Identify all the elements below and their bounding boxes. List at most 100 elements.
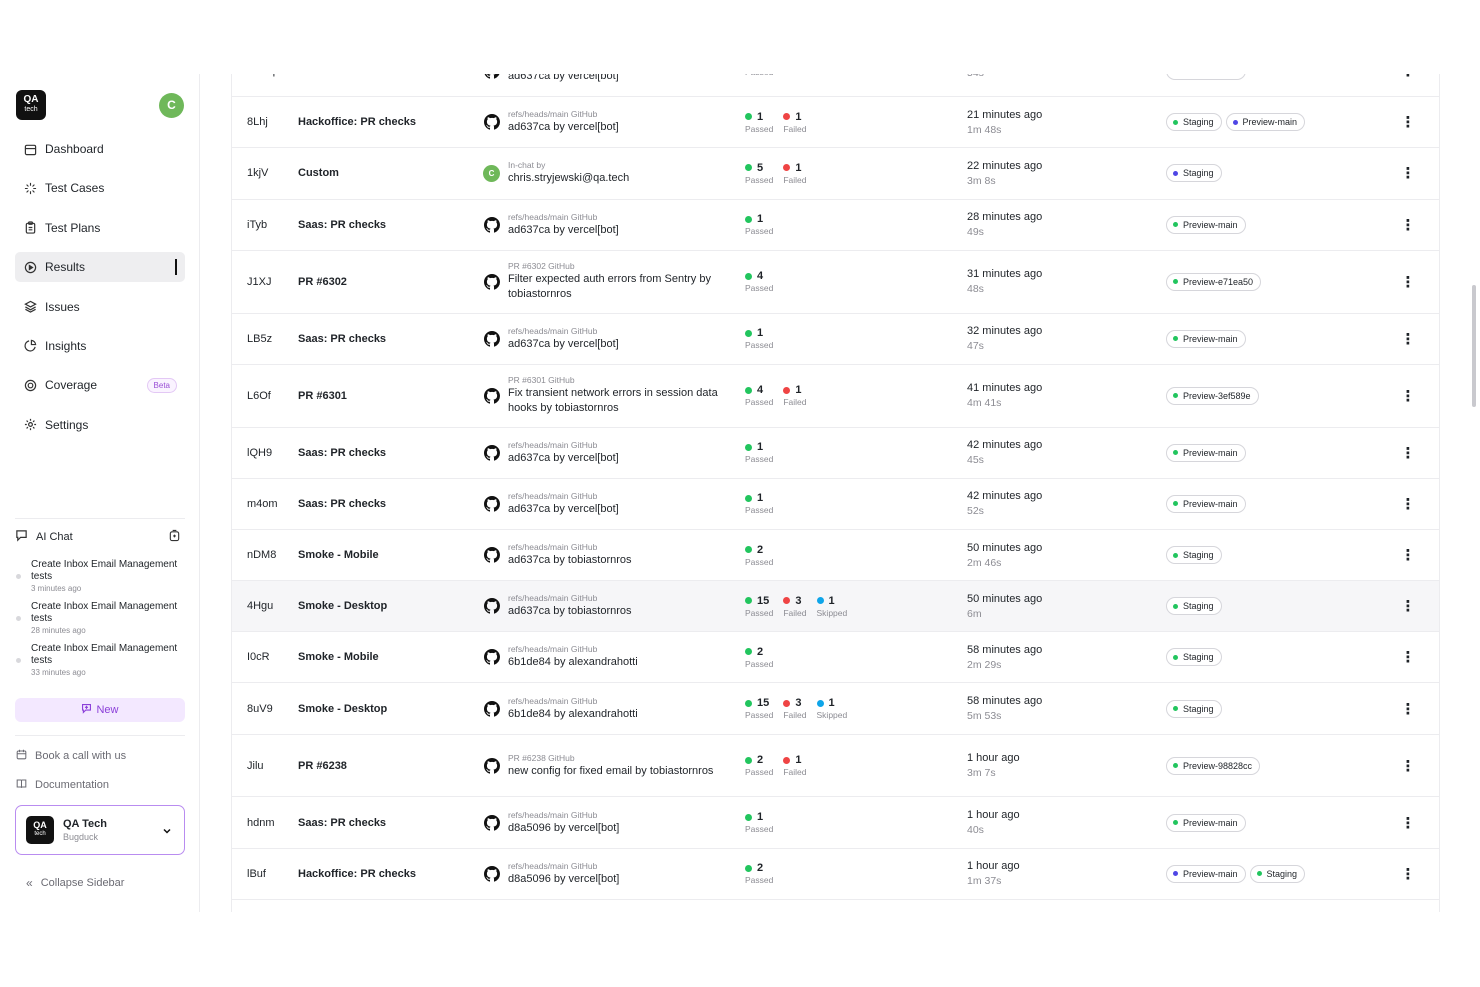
- run-id[interactable]: hdnm: [247, 797, 295, 847]
- run-id[interactable]: 8uV9: [247, 683, 295, 733]
- environment-badge[interactable]: Staging: [1166, 597, 1222, 616]
- environment-badge[interactable]: Preview-e71ea50: [1166, 272, 1262, 291]
- book-call-link[interactable]: Book a call with us: [16, 749, 126, 763]
- run-name[interactable]: PR #6301: [298, 365, 478, 427]
- documentation-link[interactable]: Documentation: [16, 778, 109, 792]
- run-name[interactable]: Hackoffice: PR checks: [298, 97, 478, 147]
- run-name[interactable]: Saas: PR checks: [298, 797, 478, 847]
- run-id[interactable]: lBuf: [247, 849, 295, 899]
- sidebar-item-test-plans[interactable]: Test Plans: [15, 213, 185, 243]
- row-menu-icon[interactable]: ⋮: [1398, 530, 1418, 580]
- environment-badge[interactable]: Preview-main: [1166, 443, 1246, 462]
- sidebar-item-coverage[interactable]: Coverage Beta: [15, 370, 185, 400]
- environment-badge[interactable]: Staging: [1166, 699, 1222, 718]
- table-row[interactable]: iTyb Saas: PR checks refs/heads/main GitHu…: [231, 199, 1440, 251]
- sidebar-item-results[interactable]: Results: [15, 252, 185, 283]
- run-name[interactable]: Saas: PR checks: [298, 314, 478, 364]
- environment-badge[interactable]: Staging: [1166, 113, 1222, 132]
- table-row[interactable]: hdnm Saas: PR checks refs/heads/main GitHu…: [231, 797, 1440, 849]
- organization-switcher[interactable]: QA tech QA Tech Bugduck: [15, 805, 185, 855]
- row-menu-icon[interactable]: ⋮: [1398, 428, 1418, 478]
- row-menu-icon[interactable]: ⋮: [1398, 479, 1418, 529]
- run-id[interactable]: I0cR: [247, 632, 295, 682]
- table-row[interactable]: Jilu PR #6238 PR #6238 GitHub new config fo…: [231, 734, 1440, 798]
- chat-history-item[interactable]: Create Inbox Email Management tests 28 mi…: [15, 601, 190, 635]
- ai-chat-header[interactable]: AI Chat: [15, 527, 185, 547]
- sidebar-item-settings[interactable]: Settings: [15, 410, 185, 440]
- run-id[interactable]: m4om: [247, 479, 295, 529]
- run-name[interactable]: Smoke - Mobile: [298, 632, 478, 682]
- row-menu-icon[interactable]: ⋮: [1398, 74, 1418, 96]
- run-id[interactable]: L6Of: [247, 365, 295, 427]
- table-row[interactable]: m4om Saas: PR checks refs/heads/main GitHu…: [231, 478, 1440, 530]
- run-name[interactable]: Smoke - Desktop: [298, 581, 478, 631]
- run-id[interactable]: iTyb: [247, 200, 295, 250]
- row-menu-icon[interactable]: ⋮: [1398, 849, 1418, 899]
- environment-badge[interactable]: Preview-main: [1166, 215, 1246, 234]
- run-name[interactable]: PR #6302: [298, 251, 478, 313]
- run-id[interactable]: DDuq: [247, 74, 295, 96]
- sidebar-item-issues[interactable]: Issues: [15, 292, 185, 322]
- table-row[interactable]: LB5z Saas: PR checks refs/heads/main GitHu…: [231, 313, 1440, 365]
- row-menu-icon[interactable]: ⋮: [1398, 365, 1418, 427]
- table-row[interactable]: [231, 899, 1440, 912]
- run-id[interactable]: [247, 900, 295, 912]
- run-id[interactable]: nDM8: [247, 530, 295, 580]
- row-menu-icon[interactable]: ⋮: [1398, 797, 1418, 847]
- environment-badge[interactable]: Preview-main: [1166, 329, 1246, 348]
- qa-tech-logo[interactable]: QA tech: [16, 90, 46, 120]
- environment-badge[interactable]: Preview-main: [1166, 864, 1246, 883]
- new-chat-button[interactable]: New: [15, 698, 185, 722]
- environment-badge[interactable]: Staging: [1166, 546, 1222, 564]
- row-menu-icon[interactable]: ⋮: [1398, 314, 1418, 364]
- row-menu-icon[interactable]: ⋮: [1398, 683, 1418, 733]
- run-name[interactable]: Saas: PR checks: [298, 74, 478, 96]
- chat-history-item[interactable]: Create Inbox Email Management tests 33 mi…: [15, 643, 190, 677]
- run-id[interactable]: LB5z: [247, 314, 295, 364]
- run-id[interactable]: Jilu: [247, 735, 295, 797]
- environment-badge[interactable]: Staging: [1249, 864, 1306, 883]
- scrollbar[interactable]: [1472, 285, 1476, 407]
- run-name[interactable]: Saas: PR checks: [298, 200, 478, 250]
- environment-badge[interactable]: Staging: [1166, 648, 1222, 667]
- table-row[interactable]: DDuqSaas: PR checksrefs/heads/main GitHu…: [231, 74, 1440, 98]
- run-name[interactable]: Custom: [298, 148, 478, 198]
- environment-badge[interactable]: Preview-main: [1225, 113, 1306, 132]
- table-row[interactable]: lQH9 Saas: PR checks refs/heads/main GitHu…: [231, 427, 1440, 479]
- table-row[interactable]: lBuf Hackoffice: PR checks refs/heads/main…: [231, 848, 1440, 900]
- run-name[interactable]: PR #6238: [298, 735, 478, 797]
- table-row[interactable]: nDM8 Smoke - Mobile refs/heads/main GitHub…: [231, 529, 1440, 582]
- table-row[interactable]: 4Hgu Smoke - Desktop refs/heads/main GitHu…: [231, 581, 1440, 633]
- chat-history-item[interactable]: Create Inbox Email Management tests 3 min…: [15, 559, 190, 593]
- environment-badge[interactable]: Staging: [1166, 164, 1222, 183]
- environment-badge[interactable]: Preview-main: [1166, 813, 1246, 832]
- sidebar-item-dashboard[interactable]: Dashboard: [15, 134, 185, 164]
- run-id[interactable]: lQH9: [247, 428, 295, 478]
- run-name[interactable]: Saas: PR checks: [298, 428, 478, 478]
- sidebar-item-test-cases[interactable]: Test Cases: [15, 173, 185, 203]
- row-menu-icon[interactable]: ⋮: [1398, 200, 1418, 250]
- sidebar-item-insights[interactable]: Insights: [15, 331, 185, 361]
- user-avatar[interactable]: C: [159, 93, 184, 118]
- run-id[interactable]: J1XJ: [247, 251, 295, 313]
- row-menu-icon[interactable]: ⋮: [1398, 632, 1418, 682]
- environment-badge[interactable]: Preview-98828cc: [1166, 756, 1261, 775]
- table-row[interactable]: 1kjV Custom C In-chat by chris.stryjewski@qa…: [231, 148, 1440, 200]
- run-name[interactable]: Smoke - Mobile: [298, 530, 478, 580]
- run-id[interactable]: 8Lhj: [247, 97, 295, 147]
- run-name[interactable]: Smoke - Desktop: [298, 683, 478, 733]
- run-name[interactable]: Saas: PR checks: [298, 479, 478, 529]
- row-menu-icon[interactable]: ⋮: [1398, 97, 1418, 147]
- row-menu-icon[interactable]: ⋮: [1398, 251, 1418, 313]
- table-row[interactable]: L6Of PR #6301 PR #6301 GitHub Fix transient…: [231, 364, 1440, 428]
- row-menu-icon[interactable]: ⋮: [1398, 735, 1418, 797]
- run-id[interactable]: 1kjV: [247, 148, 295, 198]
- row-menu-icon[interactable]: ⋮: [1398, 148, 1418, 198]
- collapse-sidebar-button[interactable]: « Collapse Sidebar: [26, 876, 124, 890]
- table-row[interactable]: J1XJ PR #6302 PR #6302 GitHub Filter expect…: [231, 250, 1440, 314]
- environment-badge[interactable]: Preview-main: [1166, 74, 1246, 81]
- table-row[interactable]: 8Lhj Hackoffice: PR checks refs/heads/main…: [231, 97, 1440, 149]
- new-chat-icon[interactable]: [168, 529, 181, 545]
- environment-badge[interactable]: Preview-3ef589e: [1166, 386, 1259, 405]
- run-name[interactable]: Hackoffice: PR checks: [298, 849, 478, 899]
